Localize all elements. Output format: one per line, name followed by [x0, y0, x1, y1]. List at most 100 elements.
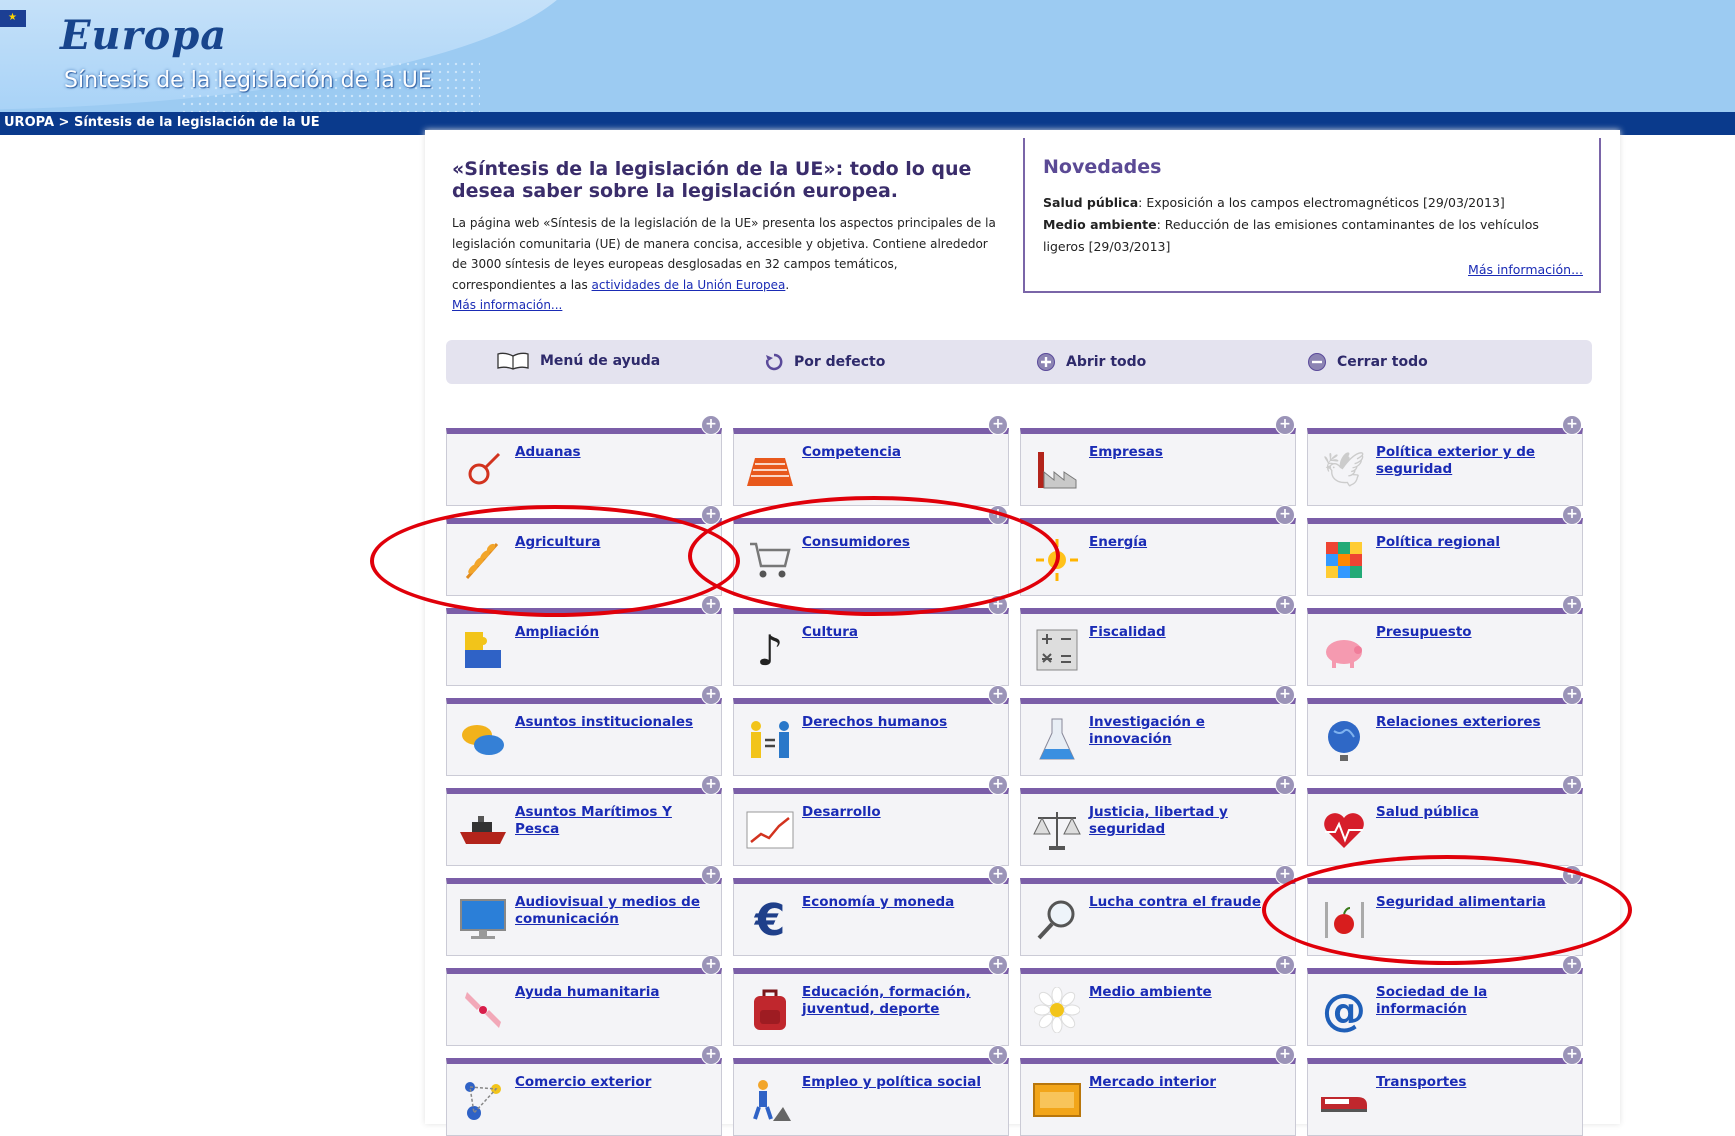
topic-link[interactable]: Investigación e innovación — [1089, 714, 1289, 748]
topic-tile[interactable]: + Ayuda humanitaria — [446, 955, 722, 1046]
expand-plus-icon[interactable]: + — [988, 685, 1008, 705]
topic-tile[interactable]: + Empleo y política social — [733, 1045, 1009, 1136]
expand-plus-icon[interactable]: + — [988, 865, 1008, 885]
topic-link[interactable]: Salud pública — [1376, 804, 1576, 821]
topic-link[interactable]: Economía y moneda — [802, 894, 1002, 911]
intro-more-link[interactable]: Más información... — [452, 298, 562, 312]
open-all-button[interactable]: Abrir todo — [1036, 352, 1146, 372]
expand-plus-icon[interactable]: + — [988, 775, 1008, 795]
topic-link[interactable]: Asuntos Marítimos Y Pesca — [515, 804, 715, 838]
topic-tile[interactable]: + ♪ Cultura — [733, 595, 1009, 686]
topic-tile[interactable]: + Desarrollo — [733, 775, 1009, 866]
topic-link[interactable]: Mercado interior — [1089, 1074, 1289, 1091]
expand-plus-icon[interactable]: + — [701, 595, 721, 615]
topic-tile[interactable]: + Comercio exterior — [446, 1045, 722, 1136]
topic-tile[interactable]: + Derechos humanos — [733, 685, 1009, 776]
topic-link[interactable]: Empresas — [1089, 444, 1289, 461]
expand-plus-icon[interactable]: + — [701, 865, 721, 885]
topic-link[interactable]: Audiovisual y medios de comunicación — [515, 894, 715, 928]
expand-plus-icon[interactable]: + — [701, 505, 721, 525]
topic-link[interactable]: Fiscalidad — [1089, 624, 1289, 641]
expand-plus-icon[interactable]: + — [701, 775, 721, 795]
activities-link[interactable]: actividades de la Unión Europea — [592, 278, 786, 292]
topic-link[interactable]: Seguridad alimentaria — [1376, 894, 1576, 911]
topic-tile[interactable]: + Ampliación — [446, 595, 722, 686]
topic-tile[interactable]: + @ Sociedad de la información — [1307, 955, 1583, 1046]
topic-link[interactable]: Sociedad de la información — [1376, 984, 1576, 1018]
topic-link[interactable]: Ayuda humanitaria — [515, 984, 715, 1001]
expand-plus-icon[interactable]: + — [1562, 505, 1582, 525]
expand-plus-icon[interactable]: + — [1562, 415, 1582, 435]
expand-plus-icon[interactable]: + — [1275, 865, 1295, 885]
topic-tile[interactable]: + Energía — [1020, 505, 1296, 596]
topic-tile[interactable]: + Medio ambiente — [1020, 955, 1296, 1046]
expand-plus-icon[interactable]: + — [1562, 1045, 1582, 1065]
topic-tile[interactable]: + Justicia, libertad y seguridad — [1020, 775, 1296, 866]
topic-link[interactable]: Desarrollo — [802, 804, 1002, 821]
topic-link[interactable]: Aduanas — [515, 444, 715, 461]
expand-plus-icon[interactable]: + — [1275, 505, 1295, 525]
topic-tile[interactable]: + Presupuesto — [1307, 595, 1583, 686]
expand-plus-icon[interactable]: + — [1275, 955, 1295, 975]
topic-link[interactable]: Medio ambiente — [1089, 984, 1289, 1001]
expand-plus-icon[interactable]: + — [701, 955, 721, 975]
news-more-link[interactable]: Más información... — [1468, 262, 1583, 277]
expand-plus-icon[interactable]: + — [988, 1045, 1008, 1065]
topic-tile[interactable]: + Transportes — [1307, 1045, 1583, 1136]
topic-tile[interactable]: + Consumidores — [733, 505, 1009, 596]
expand-plus-icon[interactable]: + — [988, 955, 1008, 975]
topic-tile[interactable]: + Investigación e innovación — [1020, 685, 1296, 776]
topic-link[interactable]: Agricultura — [515, 534, 715, 551]
topic-tile[interactable]: + Competencia — [733, 415, 1009, 506]
help-menu-button[interactable]: Menú de ayuda — [496, 352, 660, 370]
topic-tile[interactable]: + Aduanas — [446, 415, 722, 506]
topic-tile[interactable]: + Salud pública — [1307, 775, 1583, 866]
expand-plus-icon[interactable]: + — [701, 415, 721, 435]
topic-link[interactable]: Energía — [1089, 534, 1289, 551]
topic-link[interactable]: Educación, formación, juventud, deporte — [802, 984, 1002, 1018]
expand-plus-icon[interactable]: + — [988, 415, 1008, 435]
expand-plus-icon[interactable]: + — [1275, 595, 1295, 615]
topic-tile[interactable]: + Empresas — [1020, 415, 1296, 506]
topic-tile[interactable]: + € Economía y moneda — [733, 865, 1009, 956]
topic-tile[interactable]: + Lucha contra el fraude — [1020, 865, 1296, 956]
topic-link[interactable]: Política regional — [1376, 534, 1576, 551]
default-button[interactable]: Por defecto — [764, 352, 885, 372]
expand-plus-icon[interactable]: + — [1562, 865, 1582, 885]
topic-link[interactable]: Lucha contra el fraude — [1089, 894, 1289, 911]
close-all-button[interactable]: Cerrar todo — [1307, 352, 1428, 372]
topic-tile[interactable]: + Mercado interior — [1020, 1045, 1296, 1136]
topic-tile[interactable]: + Seguridad alimentaria — [1307, 865, 1583, 956]
topic-link[interactable]: Derechos humanos — [802, 714, 1002, 731]
topic-tile[interactable]: + Agricultura — [446, 505, 722, 596]
expand-plus-icon[interactable]: + — [988, 505, 1008, 525]
expand-plus-icon[interactable]: + — [1275, 415, 1295, 435]
topic-tile[interactable]: + Política regional — [1307, 505, 1583, 596]
topic-tile[interactable]: + Relaciones exteriores — [1307, 685, 1583, 776]
expand-plus-icon[interactable]: + — [1562, 775, 1582, 795]
topic-link[interactable]: Cultura — [802, 624, 1002, 641]
topic-link[interactable]: Comercio exterior — [515, 1074, 715, 1091]
topic-link[interactable]: Presupuesto — [1376, 624, 1576, 641]
topic-link[interactable]: Justicia, libertad y seguridad — [1089, 804, 1289, 838]
topic-tile[interactable]: + Audiovisual y medios de comunicación — [446, 865, 722, 956]
expand-plus-icon[interactable]: + — [701, 1045, 721, 1065]
expand-plus-icon[interactable]: + — [1275, 1045, 1295, 1065]
topic-tile[interactable]: + Asuntos institucionales — [446, 685, 722, 776]
topic-tile[interactable]: + Fiscalidad — [1020, 595, 1296, 686]
topic-link[interactable]: Relaciones exteriores — [1376, 714, 1576, 731]
topic-tile[interactable]: + Asuntos Marítimos Y Pesca — [446, 775, 722, 866]
topic-tile[interactable]: + 🕊 Política exterior y de seguridad — [1307, 415, 1583, 506]
topic-link[interactable]: Asuntos institucionales — [515, 714, 715, 731]
topic-link[interactable]: Competencia — [802, 444, 1002, 461]
expand-plus-icon[interactable]: + — [1275, 775, 1295, 795]
topic-link[interactable]: Ampliación — [515, 624, 715, 641]
topic-link[interactable]: Empleo y política social — [802, 1074, 1002, 1091]
expand-plus-icon[interactable]: + — [1562, 955, 1582, 975]
breadcrumb[interactable]: UROPA > Síntesis de la legislación de la… — [4, 115, 320, 130]
topic-link[interactable]: Transportes — [1376, 1074, 1576, 1091]
expand-plus-icon[interactable]: + — [701, 685, 721, 705]
topic-link[interactable]: Política exterior y de seguridad — [1376, 444, 1576, 478]
expand-plus-icon[interactable]: + — [1562, 595, 1582, 615]
topic-tile[interactable]: + Educación, formación, juventud, deporte — [733, 955, 1009, 1046]
